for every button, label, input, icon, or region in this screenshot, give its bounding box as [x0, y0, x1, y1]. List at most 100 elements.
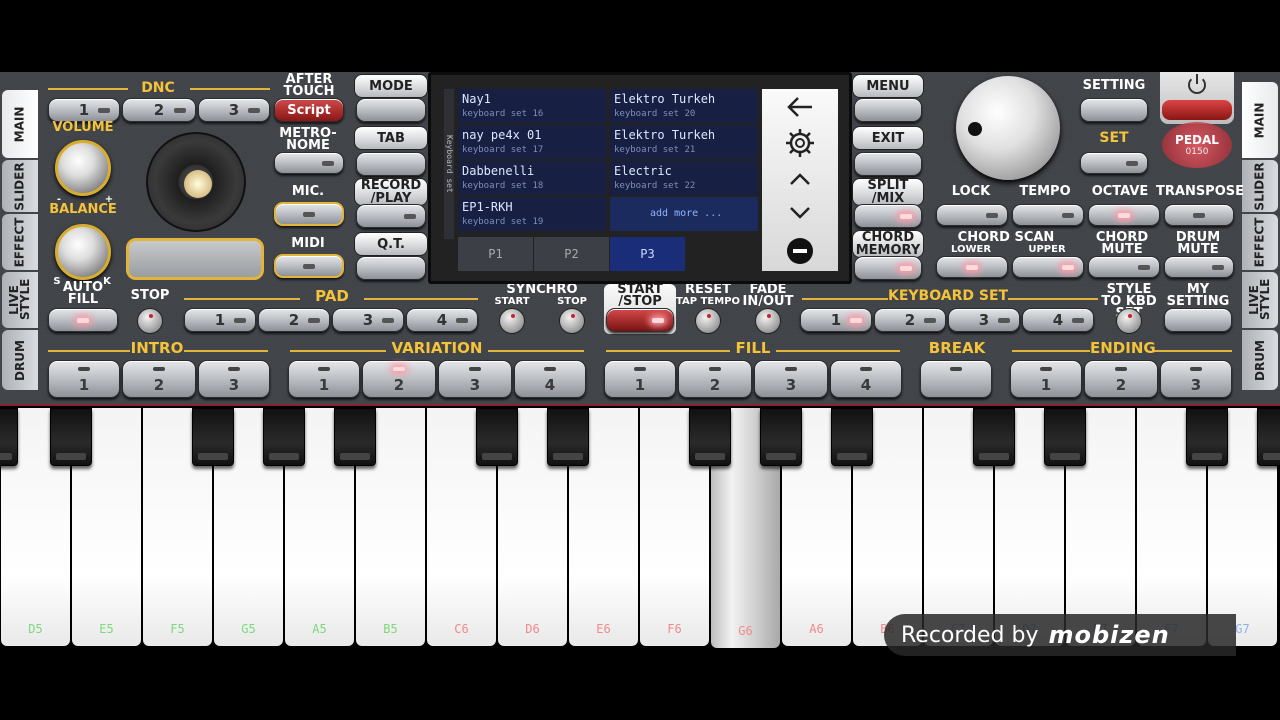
tab-effect-left[interactable]: EFFECT: [2, 214, 38, 270]
page-tab-p2[interactable]: P2: [534, 237, 610, 271]
black-key[interactable]: [334, 408, 376, 466]
back-arrow-icon[interactable]: [786, 95, 814, 119]
power-button[interactable]: [1160, 72, 1234, 124]
split-mix-button[interactable]: [854, 204, 922, 228]
variation-button-3[interactable]: 3: [438, 360, 512, 398]
keyboard-set-item[interactable]: Dabbenelli keyboard set 18: [458, 161, 606, 195]
dnc-button-2[interactable]: 2: [122, 98, 196, 122]
ending-button-3[interactable]: 3: [1160, 360, 1232, 398]
break-button[interactable]: [920, 360, 992, 398]
chord-mute-button[interactable]: [1088, 256, 1160, 278]
record-play-button[interactable]: [356, 204, 426, 228]
keyboard-set-button-1[interactable]: 1: [800, 308, 872, 332]
keyboard-set-button-4[interactable]: 4: [1022, 308, 1094, 332]
stop-knob[interactable]: [137, 308, 163, 334]
lock-button[interactable]: [936, 204, 1008, 226]
variation-button-2[interactable]: 2: [362, 360, 436, 398]
black-key[interactable]: [1257, 408, 1280, 466]
tab-live-style-right[interactable]: LIVE STYLE: [1242, 272, 1278, 328]
keyboard-set-button-2[interactable]: 2: [874, 308, 946, 332]
dj-turntable[interactable]: [146, 132, 246, 232]
black-key[interactable]: [192, 408, 234, 466]
tab-slider-left[interactable]: SLIDER: [2, 160, 38, 212]
setting-button[interactable]: [1080, 98, 1148, 122]
variation-button-4[interactable]: 4: [514, 360, 586, 398]
fill-button-4[interactable]: 4: [830, 360, 902, 398]
minus-circle-icon[interactable]: [786, 237, 814, 265]
tab-drum-right[interactable]: DRUM: [1242, 330, 1278, 390]
octave-button[interactable]: [1088, 204, 1160, 226]
keyboard-set-item[interactable]: Elektro Turkeh keyboard set 20: [610, 89, 758, 123]
black-key[interactable]: [1186, 408, 1228, 466]
tab-main-left[interactable]: MAIN: [2, 90, 38, 158]
style-to-kbd-knob[interactable]: [1116, 308, 1142, 334]
fill-button-2[interactable]: 2: [678, 360, 752, 398]
black-key[interactable]: [973, 408, 1015, 466]
drum-mute-button[interactable]: [1164, 256, 1234, 278]
mic-button[interactable]: [274, 202, 344, 226]
metronome-button[interactable]: [274, 152, 344, 174]
tab-drum-left[interactable]: DRUM: [2, 330, 38, 390]
keyboard-set-item[interactable]: nay pe4x 01 keyboard set 17: [458, 125, 606, 159]
tempo-button[interactable]: [1012, 204, 1084, 226]
chord-memory-button[interactable]: [854, 256, 922, 280]
mode-button[interactable]: [356, 98, 426, 122]
intro-button-2[interactable]: 2: [122, 360, 196, 398]
set-button[interactable]: [1080, 152, 1148, 174]
ending-button-2[interactable]: 2: [1084, 360, 1158, 398]
balance-knob[interactable]: [55, 224, 111, 280]
start-stop-button[interactable]: [606, 308, 674, 332]
pad-button-4[interactable]: 4: [406, 308, 478, 332]
chord-scan-lower-button[interactable]: [936, 256, 1008, 278]
black-key[interactable]: [547, 408, 589, 466]
intro-button-3[interactable]: 3: [198, 360, 270, 398]
synchro-stop-knob[interactable]: [559, 308, 585, 334]
tab-slider-right[interactable]: SLIDER: [1242, 160, 1278, 212]
chevron-down-icon[interactable]: [788, 205, 812, 221]
menu-button[interactable]: [854, 98, 922, 122]
tab-button[interactable]: [356, 152, 426, 176]
gear-icon[interactable]: [784, 127, 816, 159]
chevron-up-icon[interactable]: [788, 171, 812, 187]
page-tab-p1[interactable]: P1: [458, 237, 534, 271]
black-key[interactable]: [760, 408, 802, 466]
main-dial-knob[interactable]: [956, 76, 1060, 180]
page-tab-p3[interactable]: P3: [610, 237, 686, 271]
synchro-start-knob[interactable]: [499, 308, 525, 334]
black-key[interactable]: [476, 408, 518, 466]
black-key[interactable]: [831, 408, 873, 466]
add-more-button[interactable]: add more ...: [610, 197, 758, 231]
fade-knob[interactable]: [755, 308, 781, 334]
qt-button[interactable]: [356, 256, 426, 280]
black-key[interactable]: [0, 408, 18, 466]
variation-button-1[interactable]: 1: [288, 360, 360, 398]
dnc-button-3[interactable]: 3: [198, 98, 270, 122]
reset-tap-tempo-knob[interactable]: [695, 308, 721, 334]
fill-button-3[interactable]: 3: [754, 360, 828, 398]
tab-main-right[interactable]: MAIN: [1242, 82, 1278, 158]
dnc-button-1[interactable]: 1: [48, 98, 120, 122]
keyboard-set-button-3[interactable]: 3: [948, 308, 1020, 332]
my-setting-button[interactable]: [1164, 308, 1232, 332]
pad-button-1[interactable]: 1: [184, 308, 256, 332]
ending-button-1[interactable]: 1: [1010, 360, 1082, 398]
midi-button[interactable]: [274, 254, 344, 278]
pad-button-2[interactable]: 2: [258, 308, 330, 332]
tab-live-style-left[interactable]: LIVE STYLE: [2, 272, 38, 328]
intro-button-1[interactable]: 1: [48, 360, 120, 398]
keyboard-set-item[interactable]: Elektro Turkeh keyboard set 21: [610, 125, 758, 159]
exit-button[interactable]: [854, 152, 922, 176]
pad-button-3[interactable]: 3: [332, 308, 404, 332]
black-key[interactable]: [50, 408, 92, 466]
tab-effect-right[interactable]: EFFECT: [1242, 214, 1278, 270]
transpose-button[interactable]: [1164, 204, 1234, 226]
chord-scan-upper-button[interactable]: [1012, 256, 1084, 278]
pedal-button[interactable]: PEDAL 0150: [1162, 122, 1232, 168]
black-key[interactable]: [1044, 408, 1086, 466]
fill-button-1[interactable]: 1: [604, 360, 676, 398]
black-key[interactable]: [263, 408, 305, 466]
script-button[interactable]: Script: [274, 98, 344, 122]
volume-knob[interactable]: [55, 140, 111, 196]
keyboard-set-item[interactable]: Electric keyboard set 22: [610, 161, 758, 195]
black-key[interactable]: [689, 408, 731, 466]
